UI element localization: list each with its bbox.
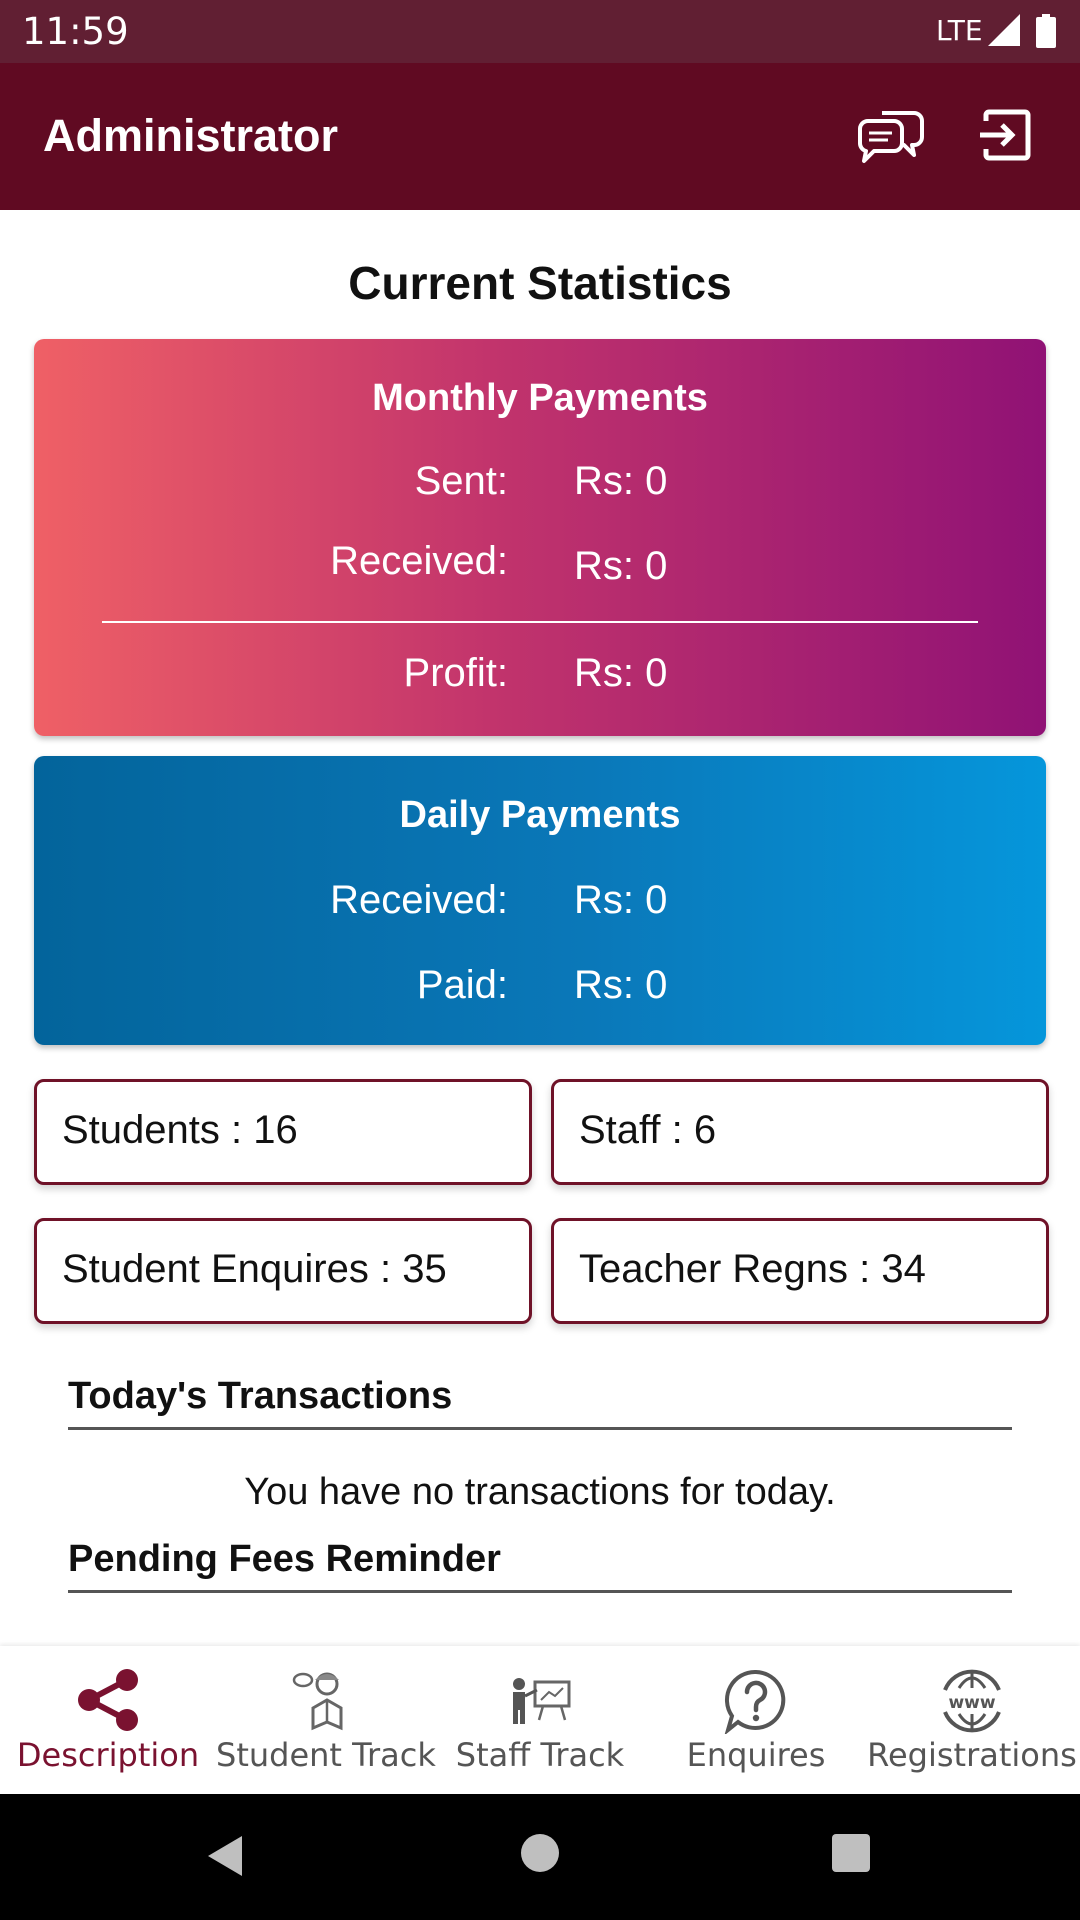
nav-enquires[interactable]: Enquires xyxy=(648,1646,864,1794)
daily-paid-label: Paid: xyxy=(416,963,508,1007)
nav-enquires-label: Enquires xyxy=(686,1736,826,1774)
page-title: Current Statistics xyxy=(348,257,732,309)
signal-icon xyxy=(988,14,1020,46)
app-title: Administrator xyxy=(43,110,339,161)
chat-icon[interactable] xyxy=(856,107,924,167)
daily-payments-card: Daily Payments Received: Rs: 0 Paid: Rs:… xyxy=(34,756,1046,1045)
daily-received-value: Rs: 0 xyxy=(574,878,668,922)
students-count: Students : 16 xyxy=(62,1108,298,1152)
no-transactions-message: You have no transactions for today. xyxy=(244,1471,836,1513)
question-bubble-icon xyxy=(724,1669,786,1734)
monthly-profit-value: Rs: 0 xyxy=(574,651,668,695)
monthly-profit-label: Profit: xyxy=(403,651,508,695)
www-globe-icon: www xyxy=(943,1669,1001,1733)
student-enquires-count: Student Enquires : 35 xyxy=(62,1247,447,1291)
nav-student-track[interactable]: Student Track xyxy=(216,1646,436,1794)
bottom-navigation: Description Student Track Staff Track En… xyxy=(0,1646,1080,1794)
teacher-regns-count: Teacher Regns : 34 xyxy=(579,1247,926,1291)
exit-icon[interactable] xyxy=(978,107,1034,163)
daily-payments-title: Daily Payments xyxy=(399,794,681,836)
monthly-divider xyxy=(102,621,978,623)
monthly-sent-value: Rs: 0 xyxy=(574,459,668,503)
nav-registrations-label: Registrations xyxy=(867,1736,1077,1774)
nav-student-track-label: Student Track xyxy=(216,1736,436,1774)
monthly-payments-title: Monthly Payments xyxy=(372,377,708,419)
monthly-received-value: Rs: 0 xyxy=(574,544,668,588)
app-bar: Administrator xyxy=(0,63,1080,210)
student-reading-icon xyxy=(292,1672,343,1731)
nav-description-label: Description xyxy=(16,1736,200,1774)
nav-description[interactable]: Description xyxy=(0,1646,216,1794)
back-icon[interactable] xyxy=(206,1834,246,1878)
battery-icon xyxy=(1036,14,1056,48)
student-enquires-card[interactable]: Student Enquires : 35 xyxy=(34,1218,532,1324)
status-bar: 11:59 LTE xyxy=(0,0,1080,63)
status-time: 11:59 xyxy=(22,10,129,53)
share-icon xyxy=(78,1669,138,1731)
staff-count-card[interactable]: Staff : 6 xyxy=(551,1079,1049,1185)
svg-text:www: www xyxy=(948,1693,995,1713)
todays-transactions-title: Today's Transactions xyxy=(68,1375,453,1417)
teacher-board-icon xyxy=(513,1678,571,1724)
daily-received-label: Received: xyxy=(330,878,508,922)
system-navigation-bar xyxy=(0,1794,1080,1920)
students-count-card[interactable]: Students : 16 xyxy=(34,1079,532,1185)
daily-paid-value: Rs: 0 xyxy=(574,963,668,1007)
home-icon[interactable] xyxy=(521,1834,559,1872)
monthly-payments-card: Monthly Payments Sent: Rs: 0 Received: R… xyxy=(34,339,1046,736)
monthly-received-label: Received: xyxy=(330,539,508,583)
staff-count: Staff : 6 xyxy=(579,1108,717,1152)
pending-fees-divider xyxy=(68,1590,1012,1593)
nav-registrations[interactable]: www Registrations xyxy=(864,1646,1080,1794)
nav-staff-track-label: Staff Track xyxy=(455,1736,625,1774)
nav-staff-track[interactable]: Staff Track xyxy=(432,1646,648,1794)
monthly-sent-label: Sent: xyxy=(414,459,508,503)
transactions-divider xyxy=(68,1427,1012,1430)
recent-apps-icon[interactable] xyxy=(832,1834,870,1872)
teacher-regns-card[interactable]: Teacher Regns : 34 xyxy=(551,1218,1049,1324)
network-type: LTE xyxy=(936,14,983,47)
pending-fees-title: Pending Fees Reminder xyxy=(68,1538,501,1580)
